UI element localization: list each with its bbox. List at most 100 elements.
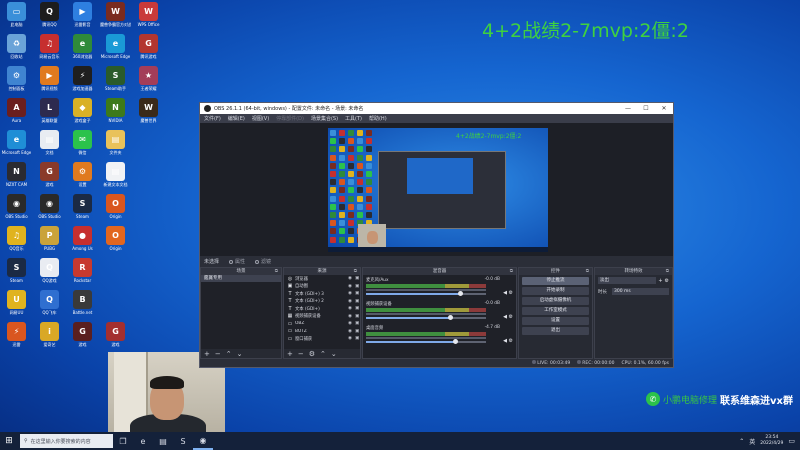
source-item[interactable]: ▭ BOTZ ◉ ▣ xyxy=(284,328,360,336)
source-item[interactable]: ▭ OBZ ◉ ▣ xyxy=(284,320,360,328)
ime-icon[interactable]: 英 xyxy=(749,437,755,446)
folder-icon[interactable]: ▤ xyxy=(153,432,173,450)
desktop-icon[interactable]: ▤ 新建文本文档 xyxy=(100,162,131,193)
gear-icon[interactable]: ⚙ xyxy=(509,338,513,344)
desktop-icon[interactable]: ▶ 迅雷影音 xyxy=(67,2,98,33)
notification-icon[interactable]: ▭ xyxy=(788,437,795,445)
gear-icon[interactable]: ⚙ xyxy=(509,290,513,296)
volume-slider-knob[interactable] xyxy=(448,315,453,320)
eye-icon[interactable]: ◉ xyxy=(348,299,353,304)
task-view-icon[interactable]: ❐ xyxy=(113,432,133,450)
desktop-icon[interactable]: e Microsoft Edge xyxy=(100,34,131,65)
speaker-icon[interactable]: ◀ xyxy=(503,314,507,320)
lock-icon[interactable]: ▣ xyxy=(355,329,360,334)
add-transition-icon[interactable]: + xyxy=(658,278,662,284)
gear-icon[interactable]: ⚙ xyxy=(509,314,513,320)
source-item[interactable]: ◎ 浏览器 ◉ ▣ xyxy=(284,275,360,283)
move-source-down-button[interactable]: ⌄ xyxy=(331,350,337,358)
filters-toggle[interactable]: 滤镜 xyxy=(255,258,271,265)
scene-item[interactable]: 鑑賞专用 xyxy=(201,275,281,282)
obs-titlebar[interactable]: OBS 26.1.1 (64-bit, windows) - 配置文件: 未命名… xyxy=(200,103,673,114)
obs-preview-area[interactable]: 4+2战绩2-7mvp:2僵:2 xyxy=(200,123,673,256)
desktop-icon[interactable]: Q QQ游戏 xyxy=(34,258,65,289)
source-settings-button[interactable]: ⚙ xyxy=(309,350,315,358)
eye-icon[interactable]: ◉ xyxy=(348,321,353,326)
control-button[interactable]: 工作室模式 xyxy=(522,307,589,315)
desktop-icon[interactable]: L 英雄联盟 xyxy=(34,98,65,129)
desktop-icon[interactable]: P PUBG xyxy=(34,226,65,257)
eye-icon[interactable]: ◉ xyxy=(348,276,353,281)
volume-slider[interactable] xyxy=(366,341,486,343)
desktop-icon[interactable]: ♫ 网易云音乐 xyxy=(34,34,65,65)
desktop-icon[interactable]: ★ 王者荣耀 xyxy=(133,66,164,97)
desktop-icon[interactable]: A Aura xyxy=(1,98,32,129)
desktop-icon[interactable]: ◉ OBS Studio xyxy=(1,194,32,225)
dock-float-icon[interactable]: ⧉ xyxy=(275,268,278,275)
obs-icon[interactable]: ◉ xyxy=(193,432,213,450)
desktop-icon[interactable]: G 腾讯游戏 xyxy=(133,34,164,65)
duration-input[interactable]: 300 ms xyxy=(612,288,669,295)
lock-icon[interactable]: ▣ xyxy=(355,321,360,326)
lock-icon[interactable]: ▣ xyxy=(355,299,360,304)
move-scene-down-button[interactable]: ⌄ xyxy=(237,350,243,358)
desktop-icon[interactable]: ⚡ 迅雷 xyxy=(1,322,32,353)
transition-select[interactable]: 淡出 xyxy=(598,277,657,284)
speaker-icon[interactable]: ◀ xyxy=(503,338,507,344)
desktop-icon[interactable]: S Steam xyxy=(1,258,32,289)
desktop-icon[interactable]: G 游戏 xyxy=(100,322,131,353)
control-button[interactable]: 设置 xyxy=(522,317,589,325)
desktop-icon[interactable]: ⚙ 设置 xyxy=(67,162,98,193)
dock-float-icon[interactable]: ⧉ xyxy=(510,268,513,275)
desktop-icon[interactable]: e 360浏览器 xyxy=(67,34,98,65)
lock-icon[interactable]: ▣ xyxy=(355,276,360,281)
dock-float-icon[interactable]: ⧉ xyxy=(666,268,669,275)
obs-menu-item[interactable]: 场景集合(S) xyxy=(311,115,338,122)
desktop-icon[interactable]: ♫ QQ音乐 xyxy=(1,226,32,257)
desktop-icon[interactable]: W WPS Office xyxy=(133,2,164,33)
obs-menu-item[interactable]: 帮助(H) xyxy=(369,115,387,122)
control-button[interactable]: 退出 xyxy=(522,327,589,335)
desktop-icon[interactable]: e Microsoft Edge xyxy=(1,130,32,161)
desktop-icon[interactable]: ▤ 文档 xyxy=(34,130,65,161)
obs-window[interactable]: OBS 26.1.1 (64-bit, windows) - 配置文件: 未命名… xyxy=(199,102,674,368)
move-scene-up-button[interactable]: ⌃ xyxy=(226,350,232,358)
add-scene-button[interactable]: + xyxy=(204,350,210,358)
tray-expand-icon[interactable]: ⌃ xyxy=(739,438,744,445)
dock-float-icon[interactable]: ⧉ xyxy=(586,268,589,275)
obs-menu-item[interactable]: 工具(T) xyxy=(345,115,362,122)
lock-icon[interactable]: ▣ xyxy=(355,306,360,311)
desktop-icon[interactable]: Q QQ飞车 xyxy=(34,290,65,321)
minimize-button[interactable]: — xyxy=(619,105,637,112)
control-button[interactable]: 停止推流 xyxy=(522,277,589,285)
volume-slider[interactable] xyxy=(366,317,486,319)
obs-menu-item[interactable]: 文件(F) xyxy=(204,115,221,122)
transition-settings-icon[interactable]: ⚙ xyxy=(665,278,669,284)
desktop-icon[interactable]: ▤ 文件夹 xyxy=(100,130,131,161)
remove-source-button[interactable]: − xyxy=(298,350,304,358)
clock[interactable]: 23:54 2022/4/29 xyxy=(760,435,783,447)
source-item[interactable]: T 文本 (GDI+) ◉ ▣ xyxy=(284,305,360,313)
close-button[interactable]: ✕ xyxy=(655,105,673,112)
desktop-icon[interactable]: ⚙ 控制面板 xyxy=(1,66,32,97)
remove-scene-button[interactable]: − xyxy=(215,350,221,358)
desktop-icon[interactable]: ◉ OBS Studio xyxy=(34,194,65,225)
maximize-button[interactable]: ☐ xyxy=(637,105,655,112)
desktop-icon[interactable]: ♻ 回收站 xyxy=(1,34,32,65)
desktop-icon[interactable]: N NZXT CAM xyxy=(1,162,32,193)
desktop-icon[interactable]: S Steam xyxy=(67,194,98,225)
edge-icon[interactable]: e xyxy=(133,432,153,450)
volume-slider-knob[interactable] xyxy=(457,291,463,296)
add-source-button[interactable]: + xyxy=(287,350,293,358)
eye-icon[interactable]: ◉ xyxy=(348,284,353,289)
lock-icon[interactable]: ▣ xyxy=(355,284,360,289)
desktop-icon[interactable]: S Steam助手 xyxy=(100,66,131,97)
eye-icon[interactable]: ◉ xyxy=(348,336,353,341)
move-source-up-button[interactable]: ⌃ xyxy=(320,350,326,358)
desktop-icon[interactable]: ✉ 微信 xyxy=(67,130,98,161)
desktop-icon[interactable]: W魔兽争霸官方对战平台 xyxy=(100,2,131,33)
desktop-icon[interactable]: ⚡ 游戏加速器 xyxy=(67,66,98,97)
desktop-icon[interactable]: i 爱奇艺 xyxy=(34,322,65,353)
desktop-icon[interactable]: O Origin xyxy=(100,194,131,225)
eye-icon[interactable]: ◉ xyxy=(348,306,353,311)
volume-slider-knob[interactable] xyxy=(452,339,458,344)
